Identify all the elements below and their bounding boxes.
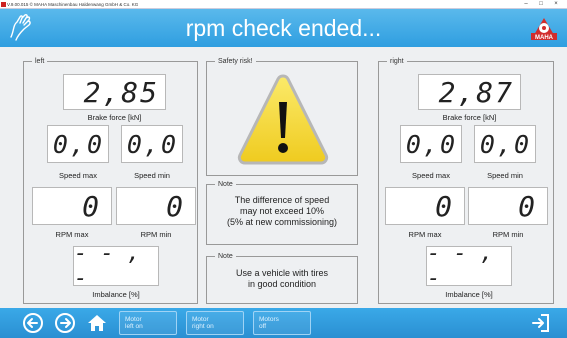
left-rpm-min-display: 0 bbox=[116, 187, 196, 225]
note2-legend: Note bbox=[215, 251, 236, 262]
right-panel: right 2,87 Brake force [kN] 0,0 Speed ma… bbox=[378, 56, 554, 304]
right-brake-force-label: Brake force [kN] bbox=[442, 113, 497, 122]
note2-line-1: Use a vehicle with tires bbox=[235, 268, 329, 278]
note1-legend: Note bbox=[215, 179, 236, 190]
left-brake-force-label: Brake force [kN] bbox=[87, 113, 142, 122]
right-imbalance-value: - - , - bbox=[427, 241, 494, 291]
right-legend: right bbox=[387, 56, 407, 67]
safety-panel: Safety risk! bbox=[206, 56, 358, 176]
app-icon bbox=[1, 2, 6, 7]
motor-right-label-2: right on bbox=[192, 323, 214, 330]
left-speed-max-display: 0,0 bbox=[47, 125, 109, 163]
motor-right-on-button[interactable]: Motor right on bbox=[186, 311, 244, 335]
right-brake-force-display: 2,87 bbox=[418, 74, 521, 110]
safety-legend: Safety risk! bbox=[215, 56, 256, 67]
motors-off-button[interactable]: Motors off bbox=[253, 311, 311, 335]
bottom-toolbar: Motor left on Motor right on Motors off bbox=[0, 308, 567, 338]
exit-icon[interactable] bbox=[530, 312, 552, 334]
right-rpm-min-label: RPM min bbox=[492, 230, 524, 239]
motor-left-label-1: Motor bbox=[125, 316, 142, 323]
left-imbalance-value: - - , - bbox=[74, 241, 141, 291]
left-speed-min-label: Speed min bbox=[134, 171, 170, 180]
right-rpm-max-value: 0 bbox=[435, 189, 454, 223]
right-brake-force-value: 2,87 bbox=[438, 75, 514, 109]
right-speed-max-display: 0,0 bbox=[400, 125, 462, 163]
right-speed-min-display: 0,0 bbox=[474, 125, 536, 163]
left-legend: left bbox=[32, 56, 48, 67]
logo-text: MAHA bbox=[535, 35, 554, 41]
maximize-button[interactable]: □ bbox=[535, 0, 547, 9]
header-bar: rpm check ended... MAHA bbox=[0, 9, 567, 47]
left-rpm-min-label: RPM min bbox=[140, 230, 172, 239]
warning-icon bbox=[237, 74, 329, 165]
maha-logo: MAHA bbox=[531, 18, 557, 41]
right-rpm-max-label: RPM max bbox=[408, 230, 442, 239]
close-button[interactable]: × bbox=[550, 0, 562, 9]
left-speed-min-value: 0,0 bbox=[126, 129, 178, 159]
right-speed-min-label: Speed min bbox=[487, 171, 523, 180]
note1-line-2: may not exceed 10% bbox=[239, 206, 325, 216]
note-panel-2: Note Use a vehicle with tires in good co… bbox=[206, 251, 358, 304]
forward-arrow-icon[interactable] bbox=[54, 312, 76, 334]
left-imbalance-label: Imbalance [%] bbox=[92, 290, 140, 299]
left-panel: left 2,85 Brake force [kN] 0,0 Speed max… bbox=[23, 56, 198, 304]
note1-line-3: (5% at new commissioning) bbox=[226, 217, 338, 227]
motor-right-label-1: Motor bbox=[192, 316, 209, 323]
page-title: rpm check ended... bbox=[185, 15, 382, 41]
home-icon[interactable] bbox=[86, 312, 108, 334]
motors-off-label-1: Motors bbox=[259, 316, 279, 323]
right-rpm-max-display: 0 bbox=[385, 187, 465, 225]
left-speed-max-label: Speed max bbox=[59, 171, 97, 180]
note-panel-1: Note The difference of speed may not exc… bbox=[206, 179, 358, 245]
left-speed-max-value: 0,0 bbox=[52, 129, 104, 159]
note2-line-2: in good condition bbox=[247, 279, 317, 289]
motor-left-on-button[interactable]: Motor left on bbox=[119, 311, 177, 335]
back-arrow-icon[interactable] bbox=[22, 312, 44, 334]
window-title: V.9.00.015 © MAHA Maschinenbau Haldenwan… bbox=[7, 2, 139, 7]
minimize-button[interactable]: – bbox=[520, 0, 532, 9]
right-imbalance-label: Imbalance [%] bbox=[445, 290, 493, 299]
right-rpm-min-display: 0 bbox=[468, 187, 548, 225]
left-rpm-min-value: 0 bbox=[166, 189, 185, 223]
left-speed-min-display: 0,0 bbox=[121, 125, 183, 163]
app-window: V.9.00.015 © MAHA Maschinenbau Haldenwan… bbox=[0, 0, 567, 338]
left-brake-force-value: 2,85 bbox=[83, 75, 159, 109]
note1-line-1: The difference of speed bbox=[234, 195, 330, 205]
left-imbalance-display: - - , - bbox=[73, 241, 159, 291]
left-rpm-max-label: RPM max bbox=[55, 230, 89, 239]
window-titlebar: V.9.00.015 © MAHA Maschinenbau Haldenwan… bbox=[0, 0, 567, 9]
right-speed-min-value: 0,0 bbox=[479, 129, 531, 159]
right-speed-max-value: 0,0 bbox=[405, 129, 457, 159]
left-rpm-max-value: 0 bbox=[82, 189, 101, 223]
right-speed-max-label: Speed max bbox=[412, 171, 450, 180]
motors-off-label-2: off bbox=[259, 323, 267, 330]
right-rpm-min-value: 0 bbox=[518, 189, 537, 223]
right-imbalance-display: - - , - bbox=[426, 241, 512, 291]
left-rpm-max-display: 0 bbox=[32, 187, 112, 225]
motor-left-label-2: left on bbox=[125, 323, 143, 330]
left-brake-force-display: 2,85 bbox=[63, 74, 166, 110]
